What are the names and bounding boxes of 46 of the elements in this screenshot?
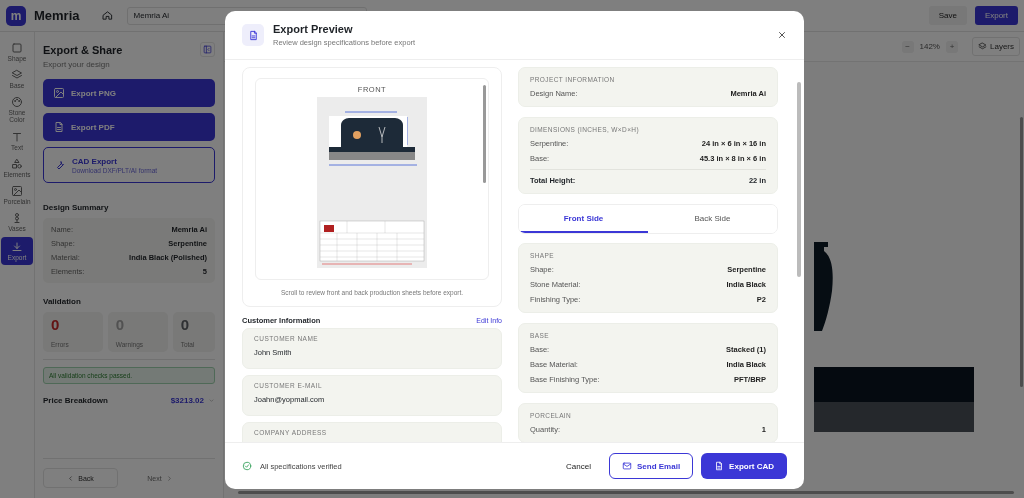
text-icon xyxy=(11,130,23,143)
envelope-icon xyxy=(622,461,632,471)
close-icon xyxy=(777,30,787,40)
layers-icon xyxy=(978,42,987,51)
vertical-scrollbar[interactable] xyxy=(1020,117,1023,387)
image-icon xyxy=(53,87,65,99)
cancel-button[interactable]: Cancel xyxy=(560,460,597,472)
panel-icon xyxy=(203,45,212,54)
download-icon xyxy=(11,241,23,254)
shapes-icon xyxy=(11,157,23,170)
chevron-right-icon xyxy=(165,474,173,482)
export-option-button[interactable]: Export PDF xyxy=(43,113,215,141)
chevron-left-icon xyxy=(67,474,75,482)
side-tab[interactable]: Front Side xyxy=(519,205,648,233)
price-value: $3213.02 xyxy=(170,396,204,405)
chevron-icon[interactable] xyxy=(208,397,215,404)
primary-action-button[interactable]: Export xyxy=(974,6,1018,25)
layers-button[interactable]: Layers xyxy=(972,37,1020,56)
app-logo: m xyxy=(6,5,26,26)
square-icon xyxy=(11,42,23,54)
section-heading: Validation xyxy=(43,297,82,306)
viewer-scrollbar[interactable] xyxy=(483,85,486,183)
export-option-button[interactable]: Export PNG xyxy=(43,79,215,107)
zoom-level: 142% xyxy=(919,42,940,51)
price-label: Price Breakdown xyxy=(43,396,109,405)
check-circle-icon xyxy=(242,461,252,471)
dialog-title: Export Preview xyxy=(273,23,354,35)
close-button[interactable] xyxy=(777,30,787,40)
palette-icon xyxy=(11,96,23,109)
secondary-action-button[interactable]: Save xyxy=(928,6,967,25)
app-name: Memria xyxy=(34,8,80,23)
image-icon xyxy=(11,184,23,197)
zoom-out-button[interactable]: − xyxy=(901,40,914,53)
flower-icon xyxy=(11,212,23,224)
export-cad-button[interactable]: Export CAD xyxy=(701,453,787,479)
horizontal-scrollbar[interactable] xyxy=(238,491,1014,494)
document-icon xyxy=(53,121,65,133)
wrench-icon xyxy=(54,159,66,171)
dialog-scrollbar[interactable] xyxy=(797,82,801,277)
collapse-panel-button[interactable] xyxy=(200,42,215,57)
zoom-in-button[interactable]: + xyxy=(946,40,958,53)
section-heading: Design Summary xyxy=(43,203,110,212)
document-icon xyxy=(714,461,725,471)
panel-title: Export & Share xyxy=(43,43,123,56)
send-email-button[interactable]: Send Email xyxy=(609,453,694,479)
home-icon xyxy=(101,10,113,21)
